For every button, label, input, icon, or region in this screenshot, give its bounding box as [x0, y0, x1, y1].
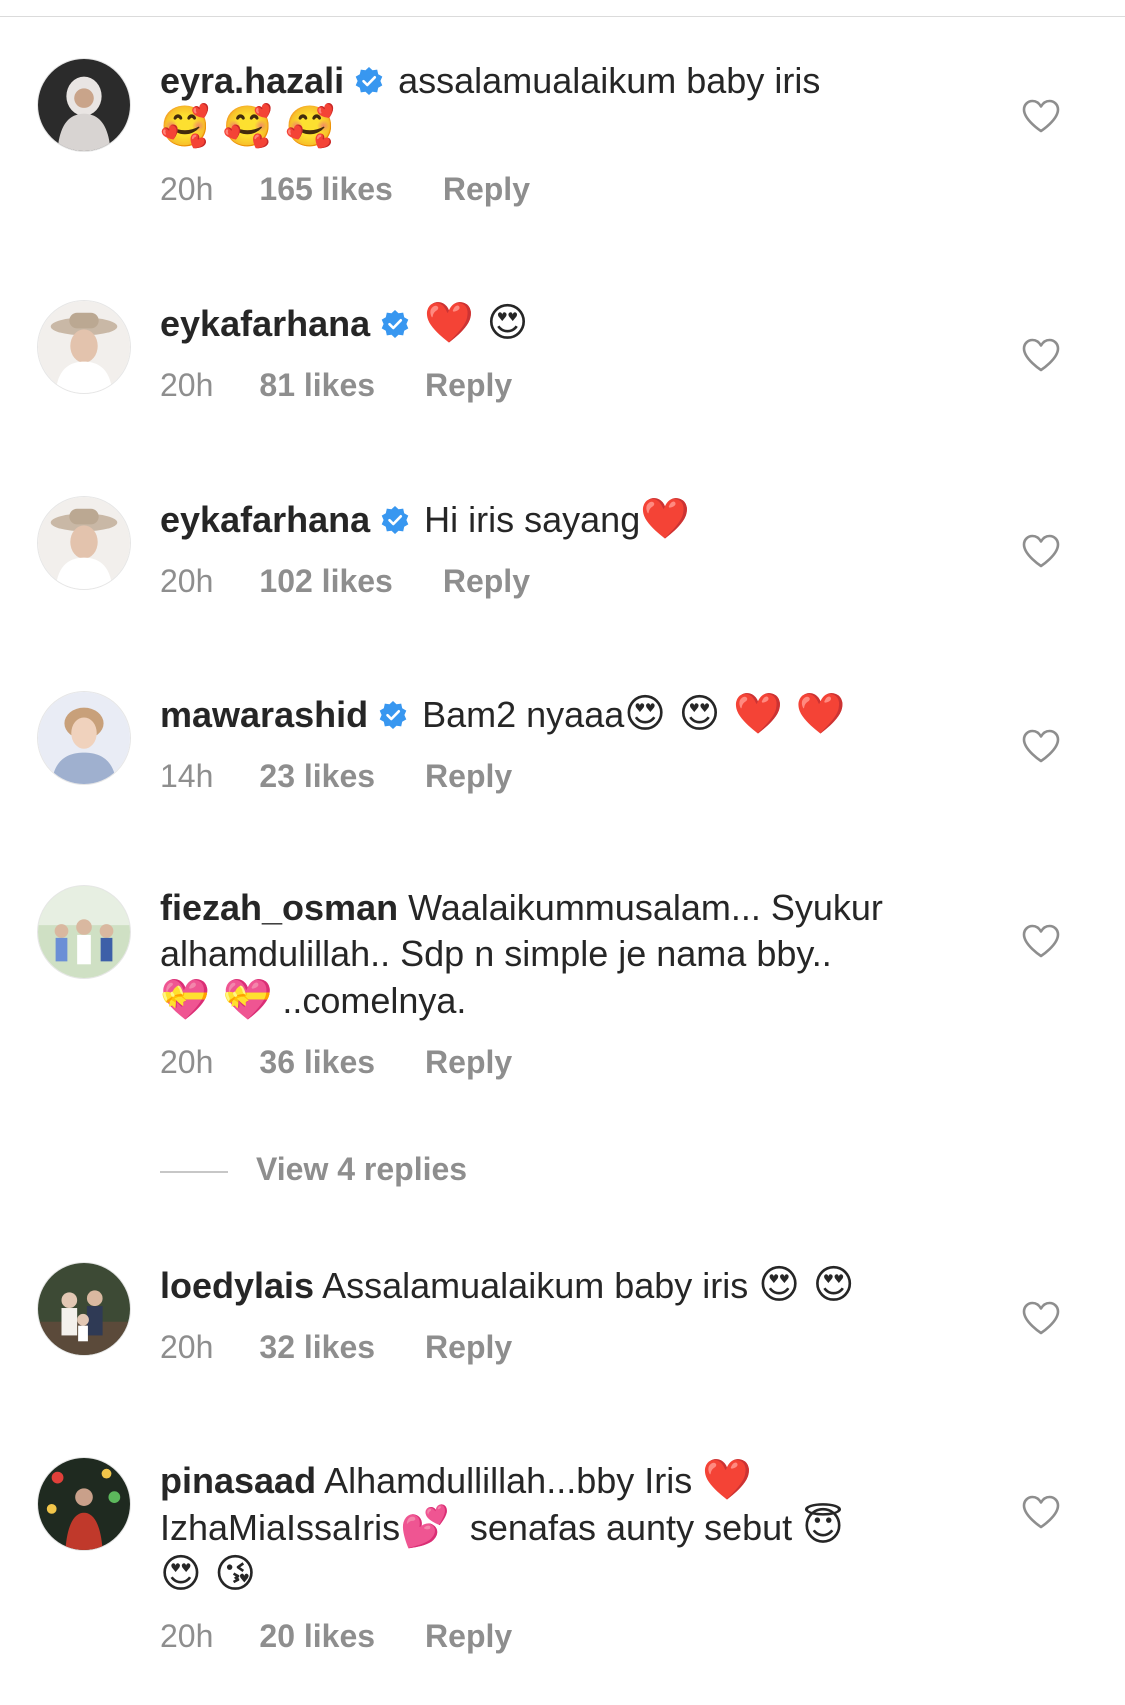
avatar[interactable]: [37, 885, 131, 979]
comment-likes[interactable]: 102 likes: [259, 561, 392, 601]
avatar[interactable]: [37, 691, 131, 785]
comment-username[interactable]: fiezah_osman: [160, 887, 398, 928]
avatar-image: [38, 59, 130, 151]
comment-emoji: 😇: [802, 1504, 844, 1550]
avatar-image: [38, 301, 130, 393]
comment-time: 20h: [160, 1044, 214, 1080]
reply-button[interactable]: Reply: [425, 1042, 512, 1082]
heart-outline-icon[interactable]: [1022, 1495, 1060, 1529]
top-divider: [0, 0, 1125, 17]
comment-emoji: 💕: [400, 1504, 450, 1550]
reply-button[interactable]: Reply: [425, 756, 512, 796]
comment-text-line2b: senafas aunty sebut: [469, 1507, 793, 1548]
reply-button[interactable]: Reply: [425, 1616, 512, 1656]
comment-username[interactable]: eyra.hazali: [160, 60, 344, 101]
avatar-image: [38, 1263, 130, 1355]
comment-time: 20h: [160, 171, 214, 207]
reply-button[interactable]: Reply: [443, 561, 530, 601]
verified-badge-icon: [378, 700, 408, 730]
comment-likes[interactable]: 32 likes: [259, 1327, 375, 1367]
comment-username[interactable]: eykafarhana: [160, 499, 370, 540]
comment-time: 20h: [160, 1618, 214, 1654]
heart-outline-icon[interactable]: [1022, 99, 1060, 133]
verified-badge-icon: [354, 66, 384, 96]
avatar-image: [38, 886, 130, 978]
view-replies-line: [160, 1170, 228, 1173]
comment-username[interactable]: mawarashid: [160, 694, 368, 735]
comment-text-continued: ..comelnya.: [272, 980, 467, 1021]
comment-text: Hi iris sayang: [424, 499, 641, 540]
comment-emoji: 😍 😍 ❤️ ❤️: [624, 691, 846, 737]
comment-emoji: 💝 💝: [160, 977, 273, 1023]
comment-emoji: 🥰 🥰 🥰: [160, 104, 335, 150]
comment-text: Bam2 nyaaa: [422, 694, 625, 735]
avatar[interactable]: [37, 496, 131, 590]
comment-username[interactable]: eykafarhana: [160, 303, 370, 344]
comment-emoji: 😍 😍: [758, 1262, 855, 1308]
comment-emoji: ❤️ 😍: [424, 300, 529, 346]
comment-time: 20h: [160, 367, 214, 403]
comment-text: assalamualaikum baby iris: [398, 60, 821, 101]
avatar[interactable]: [37, 1262, 131, 1356]
avatar[interactable]: [37, 1457, 131, 1551]
comment-likes[interactable]: 23 likes: [259, 756, 375, 796]
comment-username[interactable]: pinasaad: [160, 1460, 316, 1501]
comment-emoji: 😍 😘: [160, 1551, 257, 1597]
verified-badge-icon: [380, 309, 410, 339]
reply-button[interactable]: Reply: [443, 169, 530, 209]
reply-button[interactable]: Reply: [425, 1327, 512, 1367]
comment-likes[interactable]: 165 likes: [259, 169, 392, 209]
comment-username[interactable]: loedylais: [160, 1265, 314, 1306]
comment-emoji: ❤️: [702, 1457, 753, 1503]
view-replies-button[interactable]: View 4 replies: [160, 1149, 467, 1189]
heart-outline-icon[interactable]: [1022, 1301, 1060, 1335]
comment-text-line2: IzhaMiaIssaIris: [160, 1507, 401, 1548]
comment-likes[interactable]: 36 likes: [259, 1042, 375, 1082]
comment-likes[interactable]: 20 likes: [259, 1616, 375, 1656]
heart-outline-icon[interactable]: [1022, 729, 1060, 763]
avatar-image: [38, 497, 130, 589]
heart-outline-icon[interactable]: [1022, 338, 1060, 372]
comment-text: Assalamualaikum baby iris: [322, 1265, 749, 1306]
comment-likes[interactable]: 81 likes: [259, 365, 375, 405]
avatar-image: [38, 1458, 130, 1550]
avatar[interactable]: [37, 300, 131, 394]
comment-time: 14h: [160, 758, 214, 794]
reply-button[interactable]: Reply: [425, 365, 512, 405]
verified-badge-icon: [380, 505, 410, 535]
comment-text: Alhamdullillah...bby Iris: [324, 1460, 693, 1501]
heart-outline-icon[interactable]: [1022, 924, 1060, 958]
comment-emoji: ❤️: [640, 496, 691, 542]
avatar[interactable]: [37, 58, 131, 152]
view-replies-label: View 4 replies: [256, 1151, 468, 1187]
comment-time: 20h: [160, 563, 214, 599]
heart-outline-icon[interactable]: [1022, 534, 1060, 568]
comment-time: 20h: [160, 1329, 214, 1365]
avatar-image: [38, 692, 130, 784]
